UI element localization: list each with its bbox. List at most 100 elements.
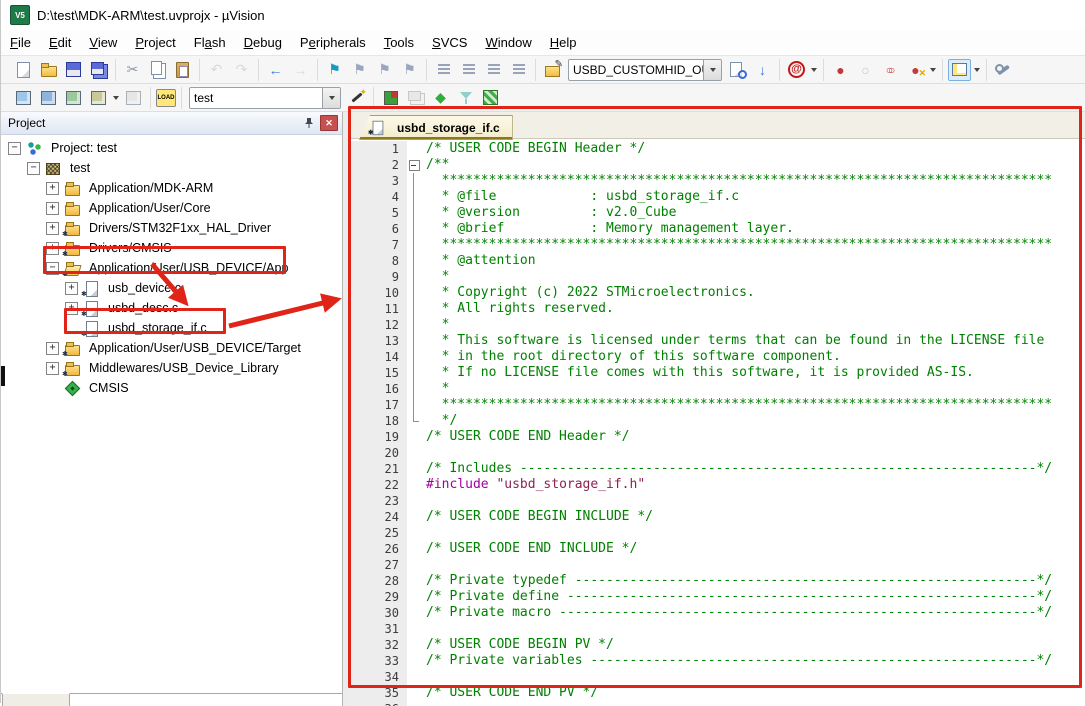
insert-remove-breakpoint-button[interactable]: ● xyxy=(829,59,852,81)
cut-button[interactable]: ✂ xyxy=(121,59,144,81)
comment-selection-button[interactable] xyxy=(482,59,505,81)
uvision-logo-icon: V5 xyxy=(10,5,30,25)
window-layout-button[interactable] xyxy=(948,59,971,81)
expander-plus-icon[interactable]: + xyxy=(46,342,59,355)
pin-icon[interactable] xyxy=(302,116,316,130)
tree-item-usb-device-c[interactable]: +✱usb_device.c xyxy=(1,278,342,298)
fold-margin xyxy=(407,413,421,429)
batch-build-button[interactable] xyxy=(87,87,110,109)
code-text xyxy=(421,445,426,461)
menu-help[interactable]: Help xyxy=(541,33,586,52)
indent-left-button[interactable] xyxy=(457,59,480,81)
expander-plus-icon[interactable]: + xyxy=(65,302,78,315)
debug-target-combobox-dropdown[interactable] xyxy=(703,60,721,80)
menu-tools[interactable]: Tools xyxy=(375,33,423,52)
expander-plus-icon[interactable]: + xyxy=(46,202,59,215)
code-text: * All rights reserved. xyxy=(421,301,614,317)
options-for-target-button[interactable] xyxy=(345,87,368,109)
menu-view[interactable]: View xyxy=(80,33,126,52)
enable-disable-breakpoint-button[interactable]: ○ xyxy=(854,59,877,81)
expander-minus-icon[interactable]: − xyxy=(27,162,40,175)
code-line-32: 32/* USER CODE BEGIN PV */ xyxy=(349,637,1085,653)
tree-item-cmsis[interactable]: CMSIS xyxy=(1,378,342,398)
disable-all-breakpoints-button[interactable] xyxy=(879,59,902,81)
toggle-bookmark-button[interactable]: ⚑ xyxy=(323,59,346,81)
next-bookmark-button[interactable]: ⚑ xyxy=(373,59,396,81)
download-button[interactable]: LOAD xyxy=(156,89,176,107)
tree-item-application-mdk-arm[interactable]: +Application/MDK-ARM xyxy=(1,178,342,198)
previous-bookmark-button[interactable]: ⚑ xyxy=(348,59,371,81)
incremental-find-button[interactable]: ↓ xyxy=(751,59,774,81)
line-number: 16 xyxy=(349,381,407,397)
tree-item-project-test[interactable]: − Project: test xyxy=(1,138,342,158)
tree-item-test[interactable]: −test xyxy=(1,158,342,178)
menu-flash[interactable]: Flash xyxy=(185,33,235,52)
debug-session-button[interactable] xyxy=(785,59,808,81)
target-select-combobox[interactable]: test xyxy=(189,87,341,109)
expander-plus-icon[interactable]: + xyxy=(46,222,59,235)
code-text: /* Private macro -----------------------… xyxy=(421,605,1052,621)
kill-all-breakpoints-button[interactable] xyxy=(904,59,927,81)
tree-item-label: Project: test xyxy=(48,140,120,156)
expander-plus-icon[interactable]: + xyxy=(65,282,78,295)
tree-item-application-user-usb-device-target[interactable]: +✱Application/User/USB_DEVICE/Target xyxy=(1,338,342,358)
target-select-combobox-dropdown[interactable] xyxy=(322,88,340,108)
expander-minus-icon[interactable]: − xyxy=(8,142,21,155)
edit-configuration-button[interactable] xyxy=(541,59,564,81)
menu-edit[interactable]: Edit xyxy=(40,33,80,52)
open-file-button[interactable] xyxy=(37,59,60,81)
menu-window[interactable]: Window xyxy=(476,33,540,52)
project-tab-stub[interactable] xyxy=(2,693,70,706)
expander-plus-icon[interactable]: + xyxy=(46,182,59,195)
kill-all-breakpoints-button-dropdown[interactable] xyxy=(928,61,938,79)
uncomment-selection-button[interactable] xyxy=(507,59,530,81)
window-layout-button-dropdown[interactable] xyxy=(972,61,982,79)
menu-debug[interactable]: Debug xyxy=(235,33,291,52)
tree-item-drivers-stm32f1xx-hal-driver[interactable]: +✱Drivers/STM32F1xx_HAL_Driver xyxy=(1,218,342,238)
configure-button[interactable] xyxy=(992,59,1015,81)
line-number: 19 xyxy=(349,429,407,445)
indent-right-button[interactable] xyxy=(432,59,455,81)
tree-item-usbd-desc-c[interactable]: +✱usbd_desc.c xyxy=(1,298,342,318)
translate-button[interactable] xyxy=(12,87,35,109)
tree-item-drivers-cmsis[interactable]: +✱Drivers/CMSIS xyxy=(1,238,342,258)
close-panel-button[interactable]: ✕ xyxy=(320,115,338,131)
menu-peripherals[interactable]: Peripherals xyxy=(291,33,375,52)
tab-usbd-storage-if-c[interactable]: ✱ usbd_storage_if.c xyxy=(359,115,513,140)
find-in-files-button[interactable] xyxy=(726,59,749,81)
new-file-button[interactable] xyxy=(12,59,35,81)
tree-item-label: Middlewares/USB_Device_Library xyxy=(86,360,282,376)
fold-margin xyxy=(407,381,421,397)
tree-item-application-user-core[interactable]: +Application/User/Core xyxy=(1,198,342,218)
tree-item-application-user-usb-device-app[interactable]: −✱Application/User/USB_DEVICE/App xyxy=(1,258,342,278)
save-button[interactable] xyxy=(62,59,85,81)
code-view[interactable]: 1/* USER CODE BEGIN Header */2/**3 *****… xyxy=(349,138,1085,706)
fold-margin xyxy=(407,365,421,381)
menu-file[interactable]: File xyxy=(1,33,40,52)
software-packs-button[interactable] xyxy=(429,87,452,109)
clear-bookmarks-button[interactable]: ⚑ xyxy=(398,59,421,81)
fold-marker-icon[interactable] xyxy=(407,157,421,173)
expander-minus-icon[interactable]: − xyxy=(46,262,59,275)
debug-session-button-dropdown[interactable] xyxy=(809,61,819,79)
expander-plus-icon[interactable]: + xyxy=(46,242,59,255)
copy-button[interactable] xyxy=(146,59,169,81)
paste-button[interactable] xyxy=(171,59,194,81)
code-line-11: 11 * All rights reserved. xyxy=(349,301,1085,317)
expander-plus-icon[interactable]: + xyxy=(46,362,59,375)
manage-rte-button[interactable] xyxy=(379,87,402,109)
tree-item-usbd-storage-if-c[interactable]: ✱usbd_storage_if.c xyxy=(1,318,342,338)
rebuild-all-button[interactable] xyxy=(62,87,85,109)
device-filter-button[interactable] xyxy=(454,87,477,109)
debug-target-combobox[interactable]: USBD_CUSTOMHID_OUTI xyxy=(568,59,722,81)
batch-build-button-dropdown[interactable] xyxy=(111,89,121,107)
build-button[interactable] xyxy=(37,87,60,109)
pack-installer-button[interactable] xyxy=(479,87,502,109)
menu-svcs[interactable]: SVCS xyxy=(423,33,476,52)
save-all-button[interactable] xyxy=(87,59,110,81)
tree-item-middlewares-usb-device-library[interactable]: +✱Middlewares/USB_Device_Library xyxy=(1,358,342,378)
code-text: * @file : usbd_storage_if.c xyxy=(421,189,739,205)
code-text: * @attention xyxy=(421,253,536,269)
navigate-back-button[interactable]: ← xyxy=(264,59,287,81)
menu-project[interactable]: Project xyxy=(126,33,184,52)
